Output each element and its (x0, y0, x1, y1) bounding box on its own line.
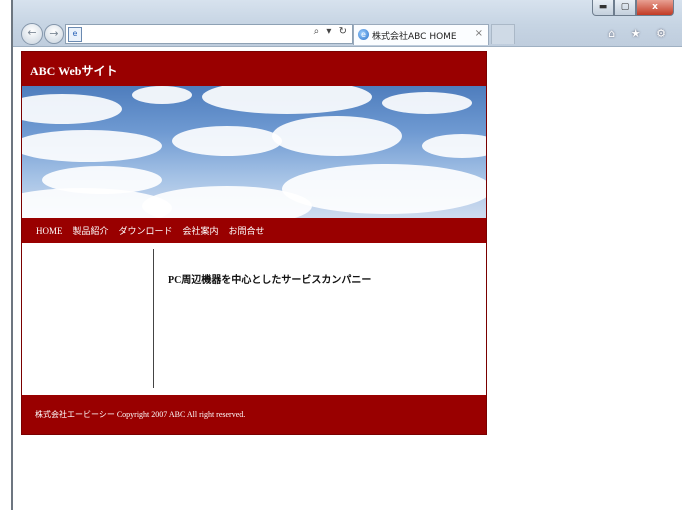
window-frame (11, 0, 13, 510)
nav-products[interactable]: 製品紹介 (73, 224, 109, 237)
footer-copyright: 株式会社エービーシー Copyright 2007 ABC All right … (35, 410, 246, 419)
tab-title: 株式会社ABC HOME (372, 32, 457, 42)
close-window-button[interactable]: x (636, 0, 674, 16)
forward-arrow-icon: → (49, 27, 59, 40)
site-footer: 株式会社エービーシー Copyright 2007 ABC All right … (22, 395, 486, 434)
nav-download[interactable]: ダウンロード (119, 224, 173, 237)
maximize-button[interactable]: ▢ (614, 0, 636, 16)
home-favorites-tools-icons[interactable]: ⌂ ★ ⚙ (608, 27, 672, 40)
window-controls: ▬ ▢ x (592, 0, 674, 18)
new-tab-button[interactable] (491, 24, 515, 44)
tab-close-icon[interactable]: × (475, 28, 483, 39)
site-nav: HOME 製品紹介 ダウンロード 会社案内 お問合せ (22, 218, 486, 243)
nav-contact[interactable]: お問合せ (229, 224, 265, 237)
browser-chrome: ▬ ▢ x ← → e ⌕ ▾ ↻ e 株式会社ABC HOME × ⌂ ★ ⚙ (13, 0, 682, 47)
address-input[interactable] (84, 26, 284, 41)
page-headline: PC周辺機器を中心としたサービスカンパニー (168, 275, 372, 286)
sidebar-divider (153, 249, 154, 388)
hero-sky-image (22, 86, 486, 218)
site-header: ABC Webサイト (22, 52, 486, 86)
back-button[interactable]: ← (21, 23, 43, 45)
nav-company[interactable]: 会社案内 (183, 224, 219, 237)
site-title: ABC Webサイト (30, 64, 118, 78)
address-bar[interactable]: e ⌕ ▾ ↻ (65, 24, 353, 44)
search-refresh-icon[interactable]: ⌕ ▾ ↻ (314, 26, 349, 37)
minimize-button[interactable]: ▬ (592, 0, 614, 16)
forward-button[interactable]: → (44, 24, 64, 44)
back-arrow-icon: ← (27, 26, 37, 39)
tab-abc-home[interactable]: e 株式会社ABC HOME × (353, 24, 489, 45)
page-icon: e (68, 27, 82, 42)
web-page: ABC Webサイト HOME 製品紹介 ダウンロード 会社案内 お問合せ PC… (21, 51, 487, 435)
nav-home[interactable]: HOME (36, 226, 63, 236)
ie-icon: e (358, 29, 369, 40)
